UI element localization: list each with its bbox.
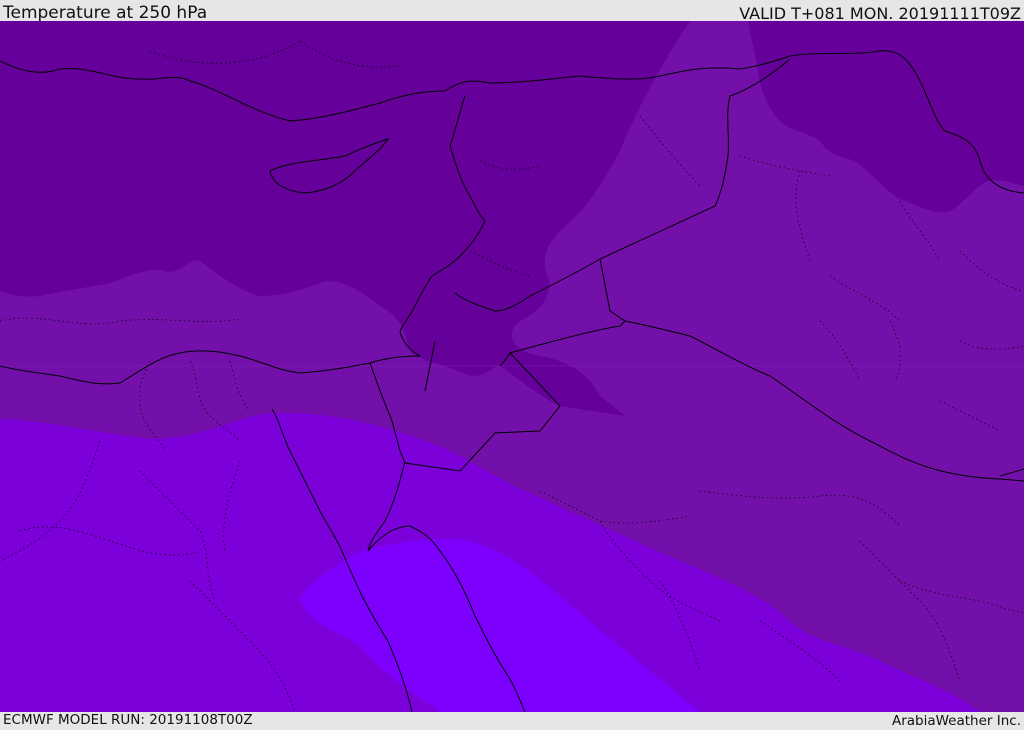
temperature-map[interactable] xyxy=(0,21,1024,712)
header-bar: Temperature at 250 hPa VALID T+081 MON. … xyxy=(0,0,1024,23)
footer-bar: ECMWF MODEL RUN: 20191108T00Z ArabiaWeat… xyxy=(0,712,1024,729)
model-run: ECMWF MODEL RUN: 20191108T00Z xyxy=(3,712,253,728)
brand-credit: ArabiaWeather Inc. xyxy=(891,713,1021,729)
map-title: Temperature at 250 hPa xyxy=(3,3,208,23)
